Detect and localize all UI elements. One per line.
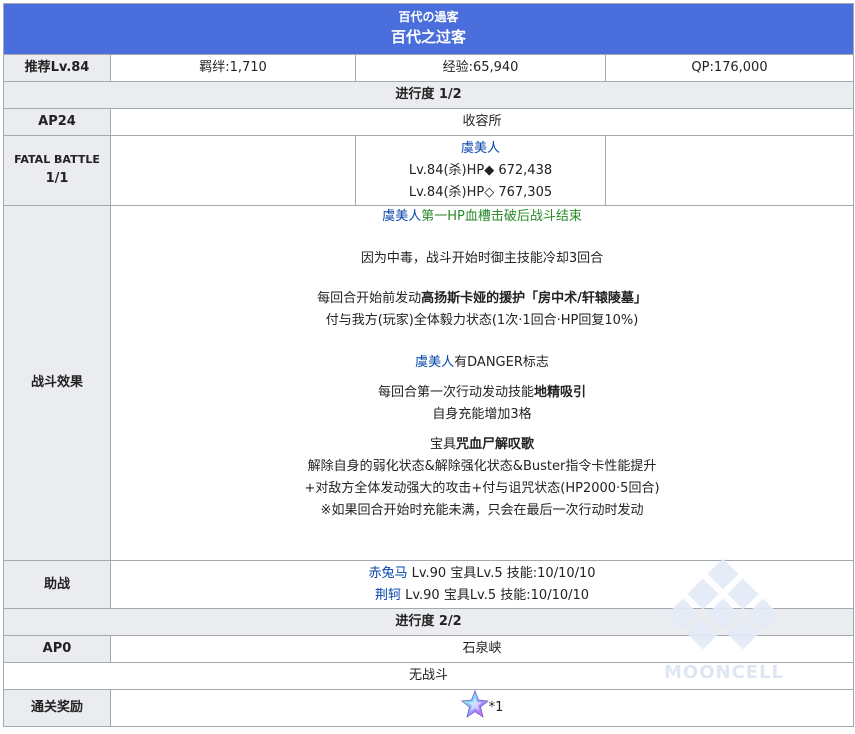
effect-line-3: 每回合开始前发动高扬斯卡娅的援护「房中术/轩辕陵墓」 — [111, 288, 853, 310]
reward-count: *1 — [488, 700, 504, 715]
recommend-level: 推荐Lv.84 — [3, 54, 111, 82]
effect-line-5-text: 有DANGER标志 — [454, 355, 549, 370]
effect-line-10: +对敌方全体发动强大的攻击+付与诅咒状态(HP2000·5回合) — [304, 481, 660, 496]
effect-line-5: 虞美人有DANGER标志 — [111, 352, 853, 374]
enemy-hp-line-1: Lv.84(杀)HP◆ 672,438 — [408, 162, 553, 178]
enemy-slot-main: 虞美人 Lv.84(杀)HP◆ 672,438 Lv.84(杀)HP◇ 767,… — [355, 135, 606, 206]
effect-line-3-pre: 每回合开始前发动 — [317, 291, 422, 306]
effect-line-1-text: 第一HP血槽击破后战斗结束 — [421, 209, 582, 224]
quest-title-cn: 百代之过客 — [391, 28, 467, 46]
progress-1-header: 进行度 1/2 — [2, 81, 855, 109]
support-line-2: 荆轲 Lv.90 宝具Lv.5 技能:10/10/10 — [111, 585, 853, 607]
battle-effects-content: 虞美人第一HP血槽击破后战斗结束 因为中毒，战斗开始时御主技能冷却3回合 每回合… — [109, 205, 855, 561]
effect-enemy-link-2[interactable]: 虞美人 — [415, 355, 454, 370]
effect-line-6-bold: 地精吸引 — [534, 385, 587, 400]
quest-table: 百代の過客 百代之过客 推荐Lv.84 羁绊:1,710 经验:65,940 Q… — [2, 3, 855, 727]
effect-line-1: 虞美人第一HP血槽击破后战斗结束 — [111, 206, 853, 228]
effect-line-7: 自身充能增加3格 — [432, 407, 532, 422]
exp-value: 经验:65,940 — [355, 54, 606, 82]
progress-2-header: 进行度 2/2 — [2, 608, 855, 636]
effect-line-6: 每回合第一次行动发动技能地精吸引 — [111, 382, 853, 404]
effect-line-2: 因为中毒，战斗开始时御主技能冷却3回合 — [360, 251, 604, 266]
progress-1-location: 收容所 — [109, 108, 855, 136]
effect-line-11: ※如果回合开始时充能未满，只会在最后一次行动时发动 — [320, 503, 644, 518]
quest-title-jp: 百代の過客 — [398, 10, 459, 24]
reward-label: 通关奖励 — [3, 689, 111, 727]
battle-effects-label: 战斗效果 — [3, 205, 111, 561]
support-content: 赤兔马 Lv.90 宝具Lv.5 技能:10/10/10 荆轲 Lv.90 宝具… — [109, 560, 855, 609]
support-servant-link-1[interactable]: 赤兔马 — [368, 566, 407, 581]
progress-2-ap: AP0 — [3, 635, 111, 663]
effect-line-8-pre: 宝具 — [429, 437, 456, 452]
bond-value: 羁绊:1,710 — [110, 54, 356, 82]
enemy-hp-line-2: Lv.84(杀)HP◇ 767,305 — [408, 184, 553, 200]
fatal-battle-label: FATAL BATTLE 1/1 — [3, 135, 111, 206]
no-battle-text: 无战斗 — [2, 662, 855, 690]
support-label: 助战 — [3, 560, 111, 609]
progress-2-location: 石泉峡 — [109, 635, 855, 663]
effect-line-6-pre: 每回合第一次行动发动技能 — [377, 385, 534, 400]
effect-line-8: 宝具咒血尸解叹歌 — [111, 434, 853, 456]
saint-quartz-icon[interactable] — [460, 689, 489, 726]
support-servant-link-2[interactable]: 荆轲 — [375, 588, 401, 603]
enemy-slot-empty-2 — [604, 135, 855, 206]
reward-content: *1 — [109, 689, 855, 727]
progress-1-ap: AP24 — [3, 108, 111, 136]
fatal-battle-count: 1/1 — [45, 170, 69, 186]
enemy-slot-empty-1 — [110, 135, 356, 206]
effect-enemy-link-1[interactable]: 虞美人 — [382, 209, 421, 224]
effect-line-9: 解除自身的弱化状态&解除强化状态&Buster指令卡性能提升 — [307, 459, 657, 474]
quest-header: 百代の過客 百代之过客 — [2, 3, 855, 55]
qp-value: QP:176,000 — [604, 54, 855, 82]
effect-line-4: 付与我方(玩家)全体毅力状态(1次·1回合·HP回复10%) — [325, 313, 639, 328]
support-line-2-text: Lv.90 宝具Lv.5 技能:10/10/10 — [400, 587, 590, 603]
fatal-battle-text: FATAL BATTLE — [14, 152, 100, 166]
support-line-1: 赤兔马 Lv.90 宝具Lv.5 技能:10/10/10 — [111, 563, 853, 585]
support-line-1-text: Lv.90 宝具Lv.5 技能:10/10/10 — [407, 565, 596, 581]
effect-line-3-bold: 高扬斯卡娅的援护「房中术/轩辕陵墓」 — [421, 291, 647, 306]
enemy-name-link[interactable]: 虞美人 — [356, 138, 605, 160]
effect-line-8-bold: 咒血尸解叹歌 — [456, 437, 535, 452]
